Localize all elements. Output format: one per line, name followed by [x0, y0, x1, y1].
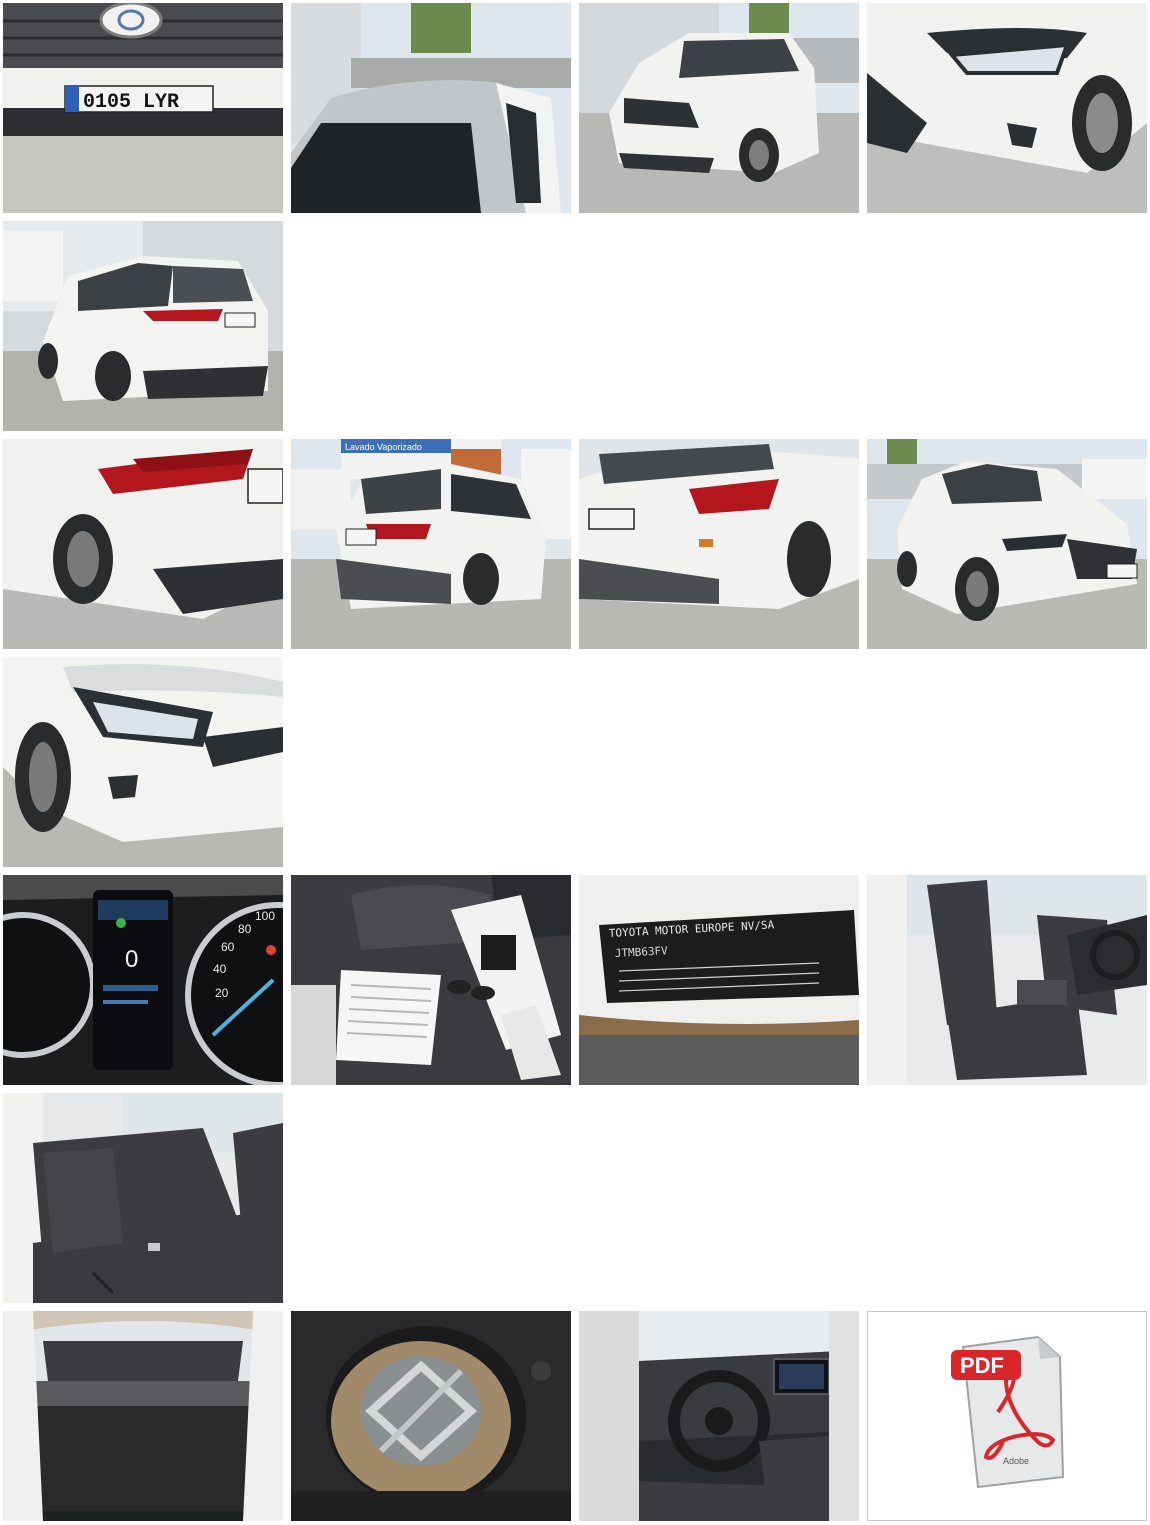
front-right-corner-image — [867, 3, 1147, 213]
photo-dashboard-cluster[interactable]: 0 100 80 60 40 20 — [3, 875, 283, 1085]
photo-gallery: 0105 LYR Lavado Vaporizado 0 100 80 60 4… — [0, 0, 1150, 1525]
dealer-sign-text: Lavado Vaporizado — [345, 442, 422, 452]
photo-rear-right-corner[interactable] — [3, 439, 283, 649]
photo-front-left-corner[interactable] — [3, 657, 283, 867]
photo-front-plate[interactable]: 0105 LYR — [3, 3, 283, 213]
photo-documents-keys[interactable] — [291, 875, 571, 1085]
photo-front-right-corner[interactable] — [867, 3, 1147, 213]
front-left-corner-image — [3, 657, 283, 867]
front-three-quarter-image — [579, 3, 859, 213]
front-seats-image — [867, 875, 1147, 1085]
dashboard-cluster-image: 0 100 80 60 40 20 — [3, 875, 283, 1085]
photo-trunk[interactable] — [3, 1311, 283, 1521]
photo-front-seats[interactable] — [867, 875, 1147, 1085]
cockpit-image — [579, 1311, 859, 1521]
photo-rear-close[interactable] — [579, 439, 859, 649]
photo-front-side[interactable] — [867, 439, 1147, 649]
photo-vin-label[interactable]: TOYOTA MOTOR EUROPE NV/SA JTMB63FV — [579, 875, 859, 1085]
speedo-tick-60: 60 — [221, 940, 235, 954]
rear-left-image — [3, 221, 283, 431]
photo-spare-wheel[interactable] — [291, 1311, 571, 1521]
photo-roof[interactable] — [291, 3, 571, 213]
photo-rear-left[interactable] — [3, 221, 283, 431]
pdf-document-link[interactable]: PDF Adobe — [867, 1311, 1147, 1521]
photo-front-three-quarter[interactable] — [579, 3, 859, 213]
photo-cockpit[interactable] — [579, 1311, 859, 1521]
front-side-image — [867, 439, 1147, 649]
vin-label-image: TOYOTA MOTOR EUROPE NV/SA JTMB63FV — [579, 875, 859, 1085]
speedo-tick-80: 80 — [238, 922, 252, 936]
photo-rear-seats[interactable] — [3, 1093, 283, 1303]
documents-keys-image — [291, 875, 571, 1085]
plate-number-text: 0105 LYR — [83, 91, 179, 114]
rear-seats-image — [3, 1093, 283, 1303]
trunk-image — [3, 1311, 283, 1521]
speedo-tick-100: 100 — [255, 909, 275, 923]
rear-right-corner-image — [3, 439, 283, 649]
front-plate-image: 0105 LYR — [3, 3, 283, 213]
pdf-file-icon: PDF Adobe — [868, 1312, 1146, 1520]
speedo-tick-40: 40 — [213, 962, 227, 976]
rear-close-image — [579, 439, 859, 649]
pdf-brand-text: Adobe — [1003, 1456, 1029, 1466]
rear-yard-image: Lavado Vaporizado — [291, 439, 571, 649]
speedo-tick-20: 20 — [215, 986, 229, 1000]
roof-image — [291, 3, 571, 213]
photo-rear-yard[interactable]: Lavado Vaporizado — [291, 439, 571, 649]
spare-wheel-image — [291, 1311, 571, 1521]
pdf-badge-text: PDF — [960, 1353, 1004, 1378]
cluster-speed-text: 0 — [125, 946, 138, 973]
